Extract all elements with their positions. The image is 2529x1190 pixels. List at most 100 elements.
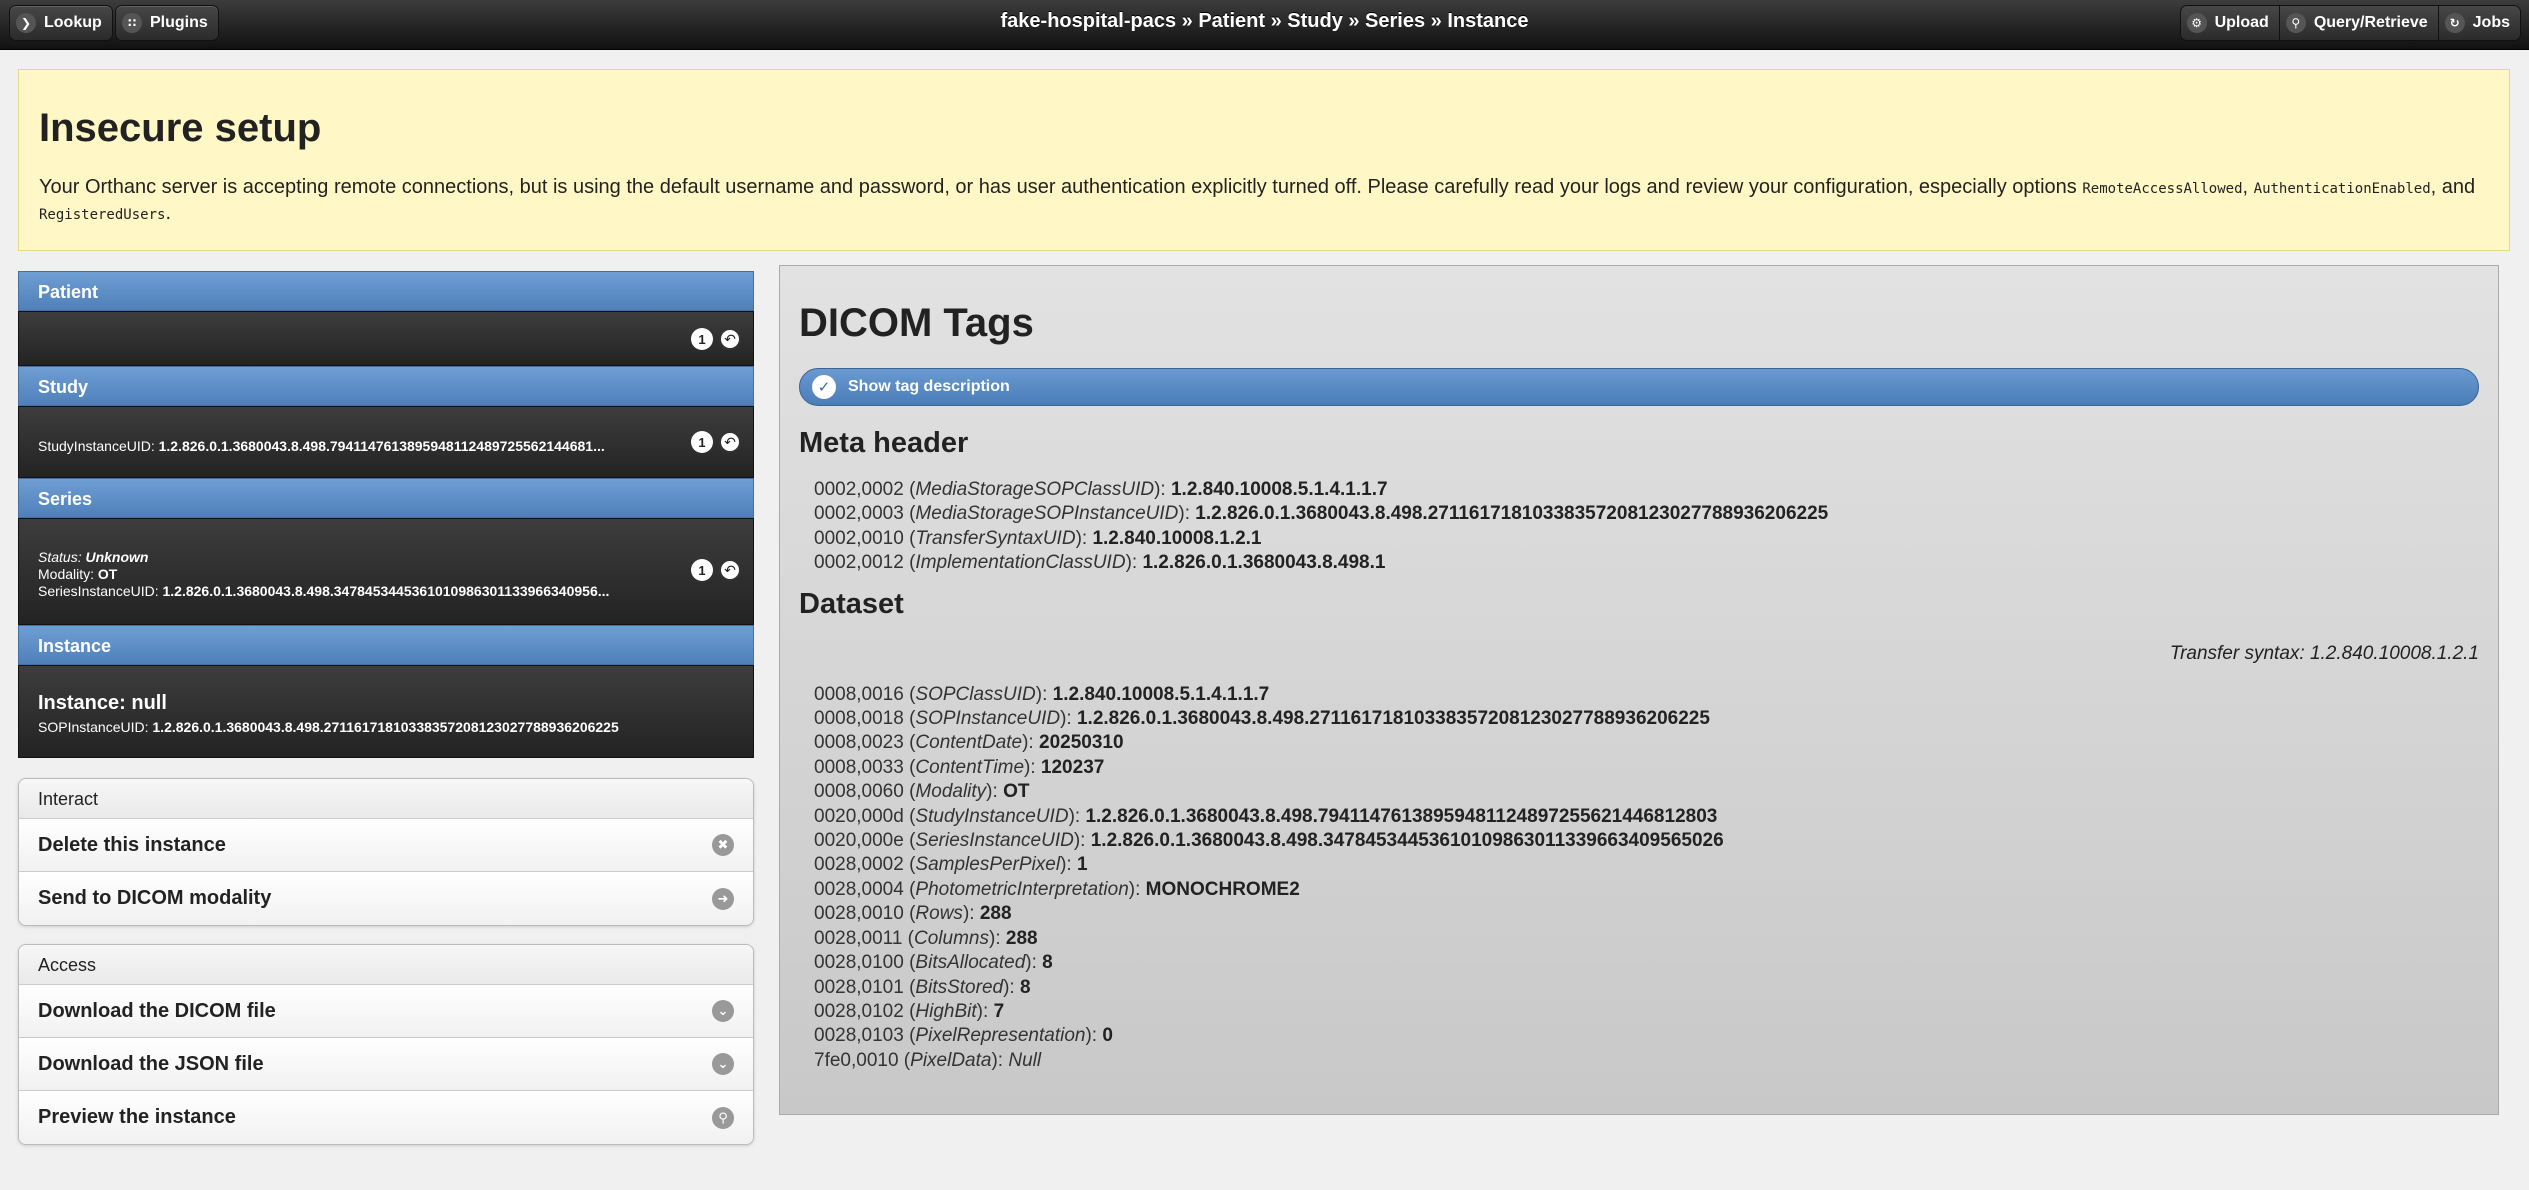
series-status-label: Status: [38, 549, 86, 565]
tag-sep: ): [1025, 952, 1043, 974]
tag-value: 120237 [1040, 756, 1105, 778]
tag-value: OT [1003, 781, 1030, 803]
insecure-setup-warning: Insecure setup Your Orthanc server is ac… [18, 69, 2510, 251]
tag-value: 288 [1005, 927, 1038, 949]
download-json-label: Download the JSON file [38, 1052, 264, 1075]
tag-code: 0028,0101 ( [814, 976, 916, 998]
study-counts: 1 ↶ [691, 431, 741, 453]
delete-instance-button[interactable]: Delete this instance ✖ [19, 819, 753, 872]
study-header: Study [18, 366, 754, 406]
option-registered-users: RegisteredUsers [39, 207, 166, 223]
download-dicom-button[interactable]: Download the DICOM file ⌄ [19, 985, 753, 1038]
study-item[interactable]: StudyInstanceUID: 1.2.826.0.1.3680043.8.… [18, 406, 754, 478]
tag-code: 0008,0018 ( [814, 708, 916, 730]
send-label: Send to DICOM modality [38, 887, 272, 909]
tag-name: Columns [914, 927, 989, 949]
upload-button[interactable]: ⚙ Upload [2180, 6, 2279, 40]
series-header: Series [18, 478, 754, 518]
tag-code: 0008,0060 ( [814, 781, 916, 803]
query-retrieve-button[interactable]: ⚲ Query/Retrieve [2278, 6, 2438, 40]
topbar-actions: ⚙ Upload ⚲ Query/Retrieve ↻ Jobs [2179, 5, 2521, 41]
series-counts: 1 ↶ [691, 559, 741, 581]
instance-uid-value: 1.2.826.0.1.3680043.8.498.27116171810338… [152, 719, 619, 735]
tag-sep: ): [986, 781, 1004, 803]
tag-code: 0020,000e ( [814, 830, 916, 852]
check-icon: ✓ [812, 375, 836, 399]
series-uid-line: SeriesInstanceUID: 1.2.826.0.1.3680043.8… [38, 583, 734, 600]
patient-counts: 1 ↶ [691, 328, 741, 350]
tag-value: 288 [979, 903, 1012, 925]
download-dicom-label: Download the DICOM file [38, 999, 276, 1022]
undo-icon[interactable]: ↶ [719, 328, 741, 350]
tag-code: 0028,0010 ( [814, 903, 916, 925]
tag-sep: ): [1125, 552, 1143, 574]
instance-title: Instance: null [38, 692, 167, 714]
tag-value: 1.2.840.10008.5.1.4.1.1.7 [1170, 479, 1388, 500]
tag-name: PhotometricInterpretation [915, 878, 1129, 900]
tag-sep: ): [1075, 527, 1093, 549]
tag-sep: ): [991, 1049, 1009, 1071]
tag-sep: ): [1085, 1025, 1103, 1047]
tag-row: 0002,0010 (TransferSyntaxUID): 1.2.840.1… [814, 527, 2479, 551]
breadcrumb: fake-hospital-pacs » Patient » Study » S… [1000, 10, 1529, 32]
preview-label: Preview the instance [38, 1106, 236, 1128]
tag-name: ContentDate [915, 732, 1023, 754]
tag-value: 8 [1019, 976, 1031, 998]
series-uid-label: SeriesInstanceUID: [38, 583, 163, 599]
option-authentication: AuthenticationEnabled [2253, 181, 2431, 197]
series-uid-value: 1.2.826.0.1.3680043.8.498.34784534453610… [162, 583, 610, 599]
series-item[interactable]: Status: Unknown Modality: OT SeriesInsta… [18, 518, 754, 625]
tag-value: 0 [1102, 1025, 1113, 1047]
meta-tag-list: 0002,0002 (MediaStorageSOPClassUID): 1.2… [799, 478, 2479, 576]
tag-value: 1.2.826.0.1.3680043.8.498.27116171810338… [1195, 503, 1829, 525]
tag-name: PixelData [910, 1049, 992, 1071]
tag-sep: ): [1024, 756, 1041, 778]
series-modality-value: OT [97, 566, 118, 582]
jobs-button[interactable]: ↻ Jobs [2437, 6, 2520, 40]
tag-code: 0028,0100 ( [814, 952, 916, 974]
tag-name: SeriesInstanceUID [915, 830, 1074, 852]
page-title: DICOM Tags [799, 301, 1034, 345]
tag-name: Rows [915, 903, 963, 925]
tag-name: BitsStored [915, 976, 1004, 998]
tag-code: 0028,0004 ( [814, 878, 916, 900]
study-uid-line: StudyInstanceUID: 1.2.826.0.1.3680043.8.… [38, 438, 734, 455]
show-tag-description-toggle[interactable]: ✓ Show tag description [799, 368, 2479, 406]
send-icon: ➜ [712, 887, 734, 910]
patient-item[interactable]: 1 ↶ [18, 311, 754, 366]
preview-instance-button[interactable]: Preview the instance ⚲ [19, 1091, 753, 1144]
tag-sep: ): [1178, 503, 1196, 525]
warning-body: Your Orthanc server is accepting remote … [39, 176, 2083, 198]
search-icon: ⚲ [712, 1106, 734, 1129]
series-status-value: Unknown [85, 549, 149, 565]
tag-sep: ): [1060, 708, 1077, 730]
tag-sep: ): [1073, 830, 1091, 852]
tag-value: 1.2.840.10008.5.1.4.1.1.7 [1052, 683, 1270, 705]
tag-value: 7 [993, 1000, 1005, 1022]
tag-name: Modality [915, 781, 987, 803]
tag-row: 0002,0002 (MediaStorageSOPClassUID): 1.2… [814, 478, 2479, 502]
query-label: Query/Retrieve [2313, 14, 2428, 31]
option-remote-access: RemoteAccessAllowed [2082, 181, 2243, 197]
refresh-icon: ↻ [2444, 13, 2465, 33]
send-to-modality-button[interactable]: Send to DICOM modality ➜ [19, 872, 753, 925]
tag-code: 0002,0002 ( [814, 479, 916, 500]
resource-hierarchy: Patient 1 ↶ Study StudyInstanceUID: 1.2.… [18, 271, 754, 1145]
tag-row: 0028,0100 (BitsAllocated): 8 [814, 951, 2479, 975]
tag-sep: ): [989, 927, 1006, 949]
tag-code: 0020,000d ( [814, 805, 916, 827]
access-header: Access [19, 945, 753, 985]
access-panel: Access Download the DICOM file ⌄ Downloa… [18, 944, 754, 1145]
tag-sep: ): [1003, 976, 1020, 998]
tag-sep: ): [1060, 854, 1077, 876]
undo-icon[interactable]: ↶ [719, 559, 741, 581]
tag-row: 0008,0018 (SOPInstanceUID): 1.2.826.0.1.… [814, 707, 2479, 731]
tag-sep: ): [1068, 805, 1086, 827]
dataset-tag-list: 0008,0016 (SOPClassUID): 1.2.840.10008.5… [799, 683, 2479, 1074]
tag-row: 0020,000e (SeriesInstanceUID): 1.2.826.0… [814, 829, 2479, 853]
tag-sep: ): [1128, 878, 1146, 900]
undo-icon[interactable]: ↶ [719, 431, 741, 453]
tag-code: 0008,0016 ( [814, 683, 916, 705]
download-json-button[interactable]: Download the JSON file ⌄ [19, 1038, 753, 1091]
tag-row: 0028,0002 (SamplesPerPixel): 1 [814, 853, 2479, 877]
